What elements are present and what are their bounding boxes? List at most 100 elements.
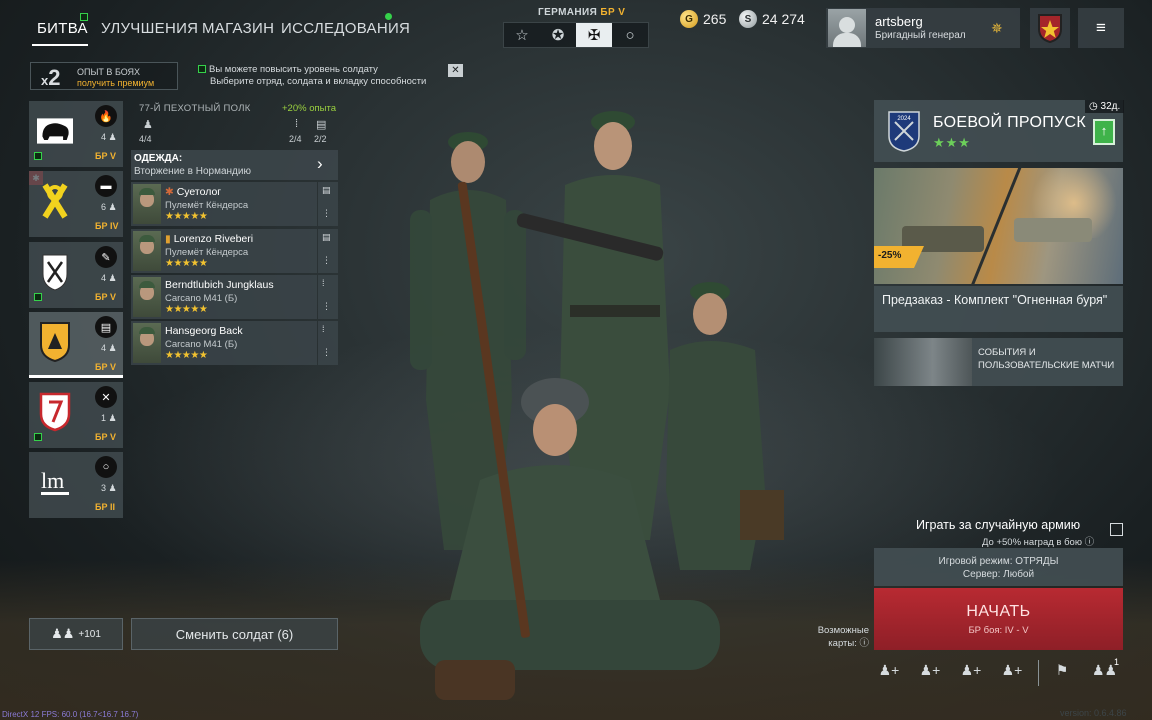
crossed-rifles-emblem-icon [37, 250, 73, 294]
soldiers-group-icon: ♟♟ [51, 626, 75, 641]
profile-panel[interactable]: artsberg Бригадный генерал ✵ [826, 8, 1020, 48]
events-panel[interactable]: СОБЫТИЯ И ПОЛЬЗОВАТЕЛЬСКИЕ МАТЧИ [874, 338, 1123, 386]
help-icon[interactable]: ⓘ [1085, 537, 1095, 548]
random-army-label: Играть за случайную армию [916, 518, 1081, 532]
change-soldiers-button[interactable]: Сменить солдат (6) [131, 618, 338, 650]
premium-xp-box[interactable]: x2 ОПЫТ В БОЯХ получить премиум [30, 62, 178, 90]
squad-br: БР V [95, 292, 116, 302]
hint-green-icon [198, 65, 206, 73]
squad-br: БР V [95, 432, 116, 442]
soldier-portrait [133, 277, 161, 317]
soldier-row[interactable]: ▮ Lorenzo Riveberi Пулемёт Кёндерса ★★★★… [131, 229, 317, 273]
squad-card-6[interactable]: lm ○ 3 ♟ БР II [29, 452, 123, 518]
tab-research[interactable]: ИССЛЕДОВАНИЯ [281, 20, 410, 37]
battle-br-range: БР боя: IV - V [968, 625, 1029, 636]
army-badge-button[interactable] [1030, 8, 1070, 48]
nation-usa-button[interactable]: ☆ [504, 23, 540, 47]
rifleman-icon: ▤ [95, 316, 117, 338]
soldier-stars: ★★★★★ [165, 258, 208, 269]
soldier-weapon: Carcano M41 (Б) [165, 293, 238, 304]
outfit-selector[interactable]: ОДЕЖДА: Вторжение в Нормандию › [131, 150, 338, 180]
soldier-name: ✱ Суетолог [165, 186, 222, 198]
squad-card-2[interactable]: ▬ 6 ♟ БР IV [29, 171, 123, 237]
level-up-arrow-icon[interactable]: ↑ [1093, 119, 1115, 145]
inventory-icon[interactable]: ▤ [322, 232, 331, 243]
soldier-count: 4/4 [139, 134, 152, 144]
soldier-portrait [133, 231, 161, 271]
tab-upgrades[interactable]: УЛУЧШЕНИЯ [101, 20, 198, 37]
regiment-title: 77-Й ПЕХОТНЫЙ ПОЛК [139, 103, 251, 114]
nation-germany-button[interactable]: ✠ [576, 23, 612, 47]
ammo-icon: ⁞ [295, 118, 299, 130]
game-mode-panel[interactable]: Игровой режим: ОТРЯДЫ Сервер: Любой [874, 548, 1123, 586]
battle-pass-title: БОЕВОЙ ПРОПУСК [933, 114, 1086, 131]
reserve-soldiers-button[interactable]: ♟♟ +101 [29, 618, 123, 650]
nation-br: БР V [600, 7, 626, 18]
ammo-icon[interactable]: ⁞ [322, 324, 325, 334]
grenade-icon: ✎ [95, 246, 117, 268]
soldier-portrait [133, 323, 161, 363]
hint-close-button[interactable]: ✕ [448, 64, 463, 77]
bison-emblem-icon [37, 109, 73, 153]
gold-balance[interactable]: G 265 [680, 10, 726, 28]
main-menu-button[interactable]: ≡ [1078, 8, 1124, 48]
more-icon[interactable]: ⋮ [322, 301, 331, 312]
soldier-actions[interactable]: ⁞ ⋮ [318, 275, 338, 319]
squad-card-5[interactable]: ✕ 1 ♟ БР V [29, 382, 123, 448]
soldier-weapon: Пулемёт Кёндерса [165, 200, 249, 211]
eagle-shield-emblem-icon [37, 320, 73, 364]
squad-card-4[interactable]: ▤ 4 ♟ БР V [29, 312, 123, 378]
nation-selector: ☆ ✪ ✠ ○ [503, 22, 649, 48]
clock-icon: ◷ [1089, 101, 1101, 112]
nation-ussr-button[interactable]: ✪ [540, 23, 576, 47]
nation-japan-button[interactable]: ○ [612, 23, 648, 47]
help-icon[interactable]: ⓘ [859, 638, 869, 649]
engineer-icon: ✕ [95, 386, 117, 408]
squad-count: 4 ♟ [101, 273, 117, 283]
squad-card-1[interactable]: 🔥 4 ♟ БР V [29, 101, 123, 167]
more-icon[interactable]: ⋮ [322, 255, 331, 266]
invite-friend-icon[interactable]: ♟+ [877, 662, 901, 682]
class-icon: ✱ [165, 186, 177, 198]
flag-icon[interactable]: ⚑ [1050, 662, 1074, 682]
soldier-actions[interactable]: ⁞ ⋮ [318, 321, 338, 365]
soldier-actions[interactable]: ▤ ⋮ [318, 182, 338, 226]
tab-battle-underline [32, 44, 88, 46]
circle-icon: ○ [95, 456, 117, 478]
friends-icon[interactable]: ♟♟ [1092, 662, 1117, 682]
soldier-row[interactable]: Berndtlubich Jungklaus Carcano M41 (Б) ★… [131, 275, 317, 319]
inventory-icon[interactable]: ▤ [322, 185, 331, 196]
invite-friend-icon[interactable]: ♟+ [918, 662, 942, 682]
random-army-bonus: До +50% наград в бою ⓘ [982, 537, 1095, 548]
soldier-row[interactable]: Hansgeorg Back Carcano M41 (Б) ★★★★★ [131, 321, 317, 365]
invite-friend-icon[interactable]: ♟+ [1000, 662, 1024, 682]
start-button[interactable]: НАЧАТЬ БР боя: IV - V [874, 588, 1123, 650]
promo-title[interactable]: Предзаказ - Комплект "Огненная буря" [874, 286, 1123, 332]
soldier-stars: ★★★★★ [165, 211, 208, 222]
soldier-row[interactable]: ✱ Суетолог Пулемёт Кёндерса ★★★★★ [131, 182, 317, 226]
invite-friend-icon[interactable]: ♟+ [959, 662, 983, 682]
random-army-checkbox[interactable] [1110, 523, 1123, 536]
red-shield-emblem-icon [37, 390, 73, 434]
battle-pass-stars: ★★★ [933, 135, 971, 150]
version-label: version: 0.6.4.86 [1060, 708, 1127, 718]
soldier-count-icon: ♟ [143, 119, 153, 131]
soldier-actions[interactable]: ▤ ⋮ [318, 229, 338, 273]
squad-card-3[interactable]: ✎ 4 ♟ БР V [29, 242, 123, 308]
chevron-right-icon: › [317, 154, 323, 173]
events-label: СОБЫТИЯ И ПОЛЬЗОВАТЕЛЬСКИЕ МАТЧИ [978, 347, 1115, 371]
more-icon[interactable]: ⋮ [322, 347, 331, 358]
squad-br: БР IV [95, 221, 119, 231]
ammo-icon[interactable]: ⁞ [322, 278, 325, 288]
get-premium-link[interactable]: получить премиум [77, 78, 154, 88]
hint-line2: Выберите отряд, солдата и вкладку способ… [210, 76, 427, 87]
tab-shop[interactable]: МАГАЗИН [202, 20, 274, 37]
battle-pass-year: 2024 [897, 116, 911, 122]
more-icon[interactable]: ⋮ [322, 208, 331, 219]
tab-battle[interactable]: БИТВА [37, 20, 88, 37]
possible-maps-link[interactable]: Возможные карты: ⓘ [812, 624, 869, 650]
silver-balance[interactable]: S 24 274 [739, 10, 805, 28]
divider [1038, 660, 1039, 686]
monogram-emblem-icon: lm [37, 460, 73, 504]
upgrade-hint: Вы можете повысить уровень солдату Выбер… [198, 64, 466, 88]
